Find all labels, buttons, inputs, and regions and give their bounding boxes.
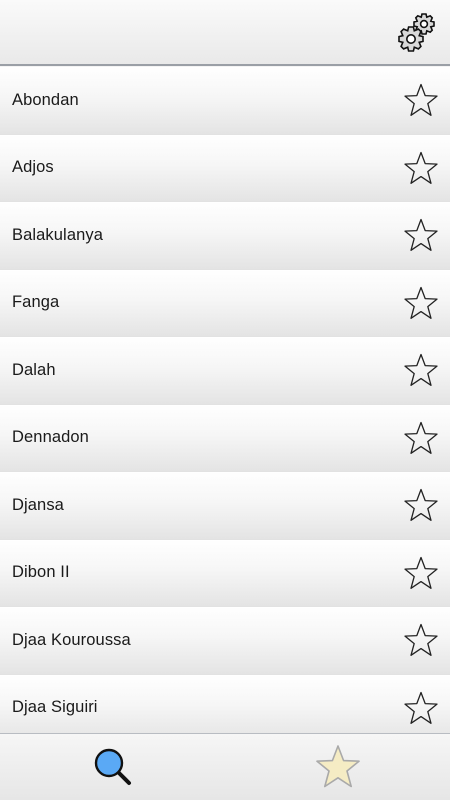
favorite-star-icon[interactable]: [404, 488, 438, 522]
tab-search[interactable]: [0, 734, 225, 800]
list-item[interactable]: Fanga: [0, 269, 450, 337]
list-item[interactable]: Adjos: [0, 134, 450, 202]
list-item[interactable]: Djansa: [0, 472, 450, 540]
bottom-tab-bar: [0, 733, 450, 800]
list-item-label: Dalah: [12, 360, 56, 379]
favorite-star-icon[interactable]: [404, 286, 438, 320]
list-item[interactable]: Balakulanya: [0, 202, 450, 270]
favorite-star-icon[interactable]: [404, 83, 438, 117]
star-icon: [315, 745, 360, 788]
list-item[interactable]: Abondan: [0, 67, 450, 135]
app-screen: Abondan Adjos Balakulanya Fanga Dalah Dennado…: [0, 0, 450, 800]
list-item-label: Djansa: [12, 495, 64, 514]
top-app-bar: [0, 0, 450, 66]
settings-button[interactable]: [396, 11, 440, 55]
list-item-label: Balakulanya: [12, 225, 103, 244]
favorite-star-icon[interactable]: [404, 556, 438, 590]
favorite-star-icon[interactable]: [404, 151, 438, 185]
list-item[interactable]: Dalah: [0, 337, 450, 405]
favorite-star-icon[interactable]: [404, 623, 438, 657]
gears-icon: [398, 13, 435, 52]
favorite-star-icon[interactable]: [404, 421, 438, 455]
favorite-star-icon[interactable]: [404, 691, 438, 725]
tab-favorites[interactable]: [225, 734, 450, 800]
favorite-star-icon[interactable]: [404, 218, 438, 252]
list-item-label: Djaa Kouroussa: [12, 630, 131, 649]
village-list: Abondan Adjos Balakulanya Fanga Dalah Dennado…: [0, 67, 450, 733]
list-item-label: Dennadon: [12, 428, 89, 447]
search-lens: [94, 748, 123, 778]
search-icon: [94, 748, 131, 785]
list-item[interactable]: Dennadon: [0, 404, 450, 472]
favorite-star-icon[interactable]: [404, 353, 438, 387]
list-item[interactable]: Dibon II: [0, 539, 450, 607]
list-item[interactable]: Djaa Kouroussa: [0, 607, 450, 675]
list-item-label: Adjos: [12, 158, 54, 177]
list-item-label: Abondan: [12, 90, 79, 109]
list-item-label: Djaa Siguiri: [12, 698, 98, 717]
list-item-label: Fanga: [12, 293, 60, 312]
list-item[interactable]: Djaa Siguiri: [0, 674, 450, 733]
list-item-label: Dibon II: [12, 563, 70, 582]
favorites-star-shape: [315, 745, 360, 788]
